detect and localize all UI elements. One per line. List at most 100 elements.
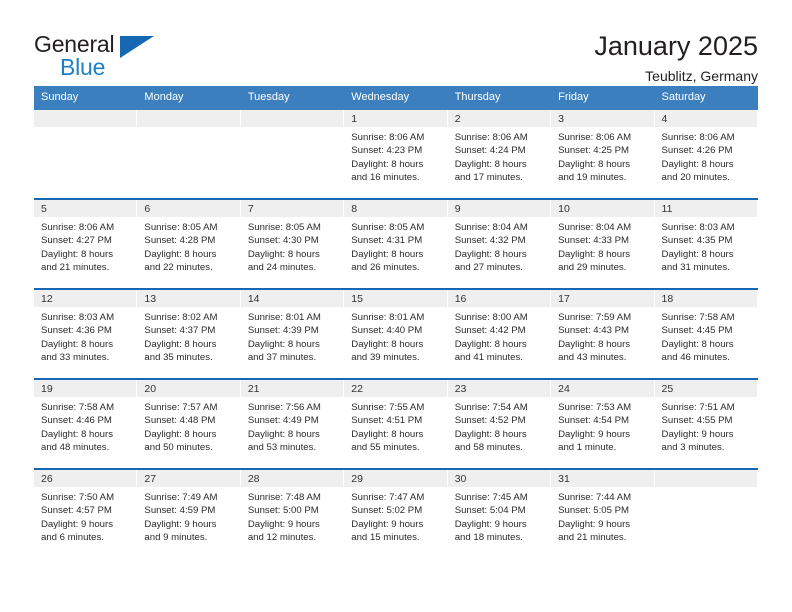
day-cell[interactable]: 31 Sunrise: 7:44 AM Sunset: 5:05 PM Dayligh…	[551, 470, 655, 558]
day-cell[interactable]: 20 Sunrise: 7:57 AM Sunset: 4:48 PM Dayligh…	[137, 380, 241, 468]
day-sunset-text: Sunset: 4:48 PM	[144, 415, 216, 427]
day-cell[interactable]: 24 Sunrise: 7:53 AM Sunset: 4:54 PM Dayligh…	[551, 380, 655, 468]
day-sunrise-text: Sunrise: 8:06 AM	[661, 132, 735, 143]
day-cell[interactable]: 28 Sunrise: 7:48 AM Sunset: 5:00 PM Dayligh…	[240, 470, 345, 558]
day-cell[interactable]: 8 Sunrise: 8:05 AM Sunset: 4:31 PM Daylight…	[344, 200, 448, 288]
day-sunset-text: Sunset: 4:32 PM	[454, 235, 526, 247]
calendar-week-row: 19 Sunrise: 7:58 AM Sunset: 4:46 PM Dayligh…	[34, 378, 758, 468]
day-daylight-l2-text: and 18 minutes.	[454, 532, 523, 544]
day-cell-empty	[240, 110, 345, 198]
day-cell[interactable]: 14 Sunrise: 8:01 AM Sunset: 4:39 PM Dayligh…	[240, 290, 345, 378]
day-details: Sunrise: 7:58 AM Sunset: 4:45 PM Daylight:…	[655, 307, 757, 365]
page-title: January 2025	[594, 31, 758, 61]
day-daylight-l1-text: Daylight: 8 hours	[247, 248, 320, 260]
day-cell[interactable]: 17 Sunrise: 7:59 AM Sunset: 4:43 PM Dayligh…	[551, 290, 655, 378]
day-daylight-l2-text: and 26 minutes.	[351, 262, 420, 274]
day-daylight-l2-text: and 43 minutes.	[558, 352, 627, 364]
day-sunrise-text: Sunrise: 7:58 AM	[661, 312, 735, 323]
day-cell[interactable]: 11 Sunrise: 8:03 AM Sunset: 4:35 PM Dayligh…	[654, 200, 758, 288]
day-cell[interactable]: 15 Sunrise: 8:01 AM Sunset: 4:40 PM Dayligh…	[344, 290, 448, 378]
day-number: 25	[654, 380, 757, 397]
weekday-header-wednesday: Wednesday	[351, 91, 410, 103]
calendar-grid: Sunday Monday Tuesday Wednesday Thursday Frid…	[34, 86, 758, 558]
day-sunrise-text: Sunrise: 7:50 AM	[41, 492, 115, 503]
page-subtitle: Teublitz, Germany	[645, 68, 758, 84]
day-cell-empty	[137, 110, 241, 198]
day-sunset-text: Sunset: 4:46 PM	[41, 415, 112, 427]
calendar-week-row: 26 Sunrise: 7:50 AM Sunset: 4:57 PM Dayligh…	[34, 468, 758, 558]
day-details: Sunrise: 7:49 AM Sunset: 4:59 PM Daylight:…	[137, 487, 239, 545]
day-daylight-l1-text: Daylight: 8 hours	[558, 338, 631, 350]
day-sunrise-text: Sunrise: 8:05 AM	[351, 222, 425, 233]
day-daylight-l2-text: and 21 minutes.	[558, 532, 627, 544]
day-sunset-text: Sunset: 4:30 PM	[247, 235, 319, 247]
day-details: Sunrise: 8:05 AM Sunset: 4:28 PM Daylight:…	[137, 217, 239, 275]
day-cell[interactable]: 4 Sunrise: 8:06 AM Sunset: 4:26 PM Daylight…	[654, 110, 758, 198]
day-details: Sunrise: 7:53 AM Sunset: 4:54 PM Daylight:…	[551, 397, 653, 455]
day-details: Sunrise: 7:55 AM Sunset: 4:51 PM Daylight:…	[344, 397, 446, 455]
day-daylight-l1-text: Daylight: 9 hours	[144, 518, 217, 530]
day-number: 5	[34, 200, 137, 217]
day-cell[interactable]: 3 Sunrise: 8:06 AM Sunset: 4:25 PM Daylight…	[551, 110, 655, 198]
day-cell[interactable]: 22 Sunrise: 7:55 AM Sunset: 4:51 PM Dayligh…	[344, 380, 448, 468]
day-number: 12	[34, 290, 137, 307]
calendar-week-row: 5 Sunrise: 8:06 AM Sunset: 4:27 PM Daylight…	[34, 198, 758, 288]
logo-triangle-icon	[120, 36, 154, 58]
day-sunrise-text: Sunrise: 7:48 AM	[247, 492, 321, 503]
day-cell[interactable]: 26 Sunrise: 7:50 AM Sunset: 4:57 PM Dayligh…	[34, 470, 138, 558]
day-details: Sunrise: 8:04 AM Sunset: 4:33 PM Daylight:…	[551, 217, 653, 275]
day-cell[interactable]: 7 Sunrise: 8:05 AM Sunset: 4:30 PM Daylight…	[240, 200, 345, 288]
day-sunset-text: Sunset: 4:31 PM	[351, 235, 423, 247]
day-cell[interactable]: 13 Sunrise: 8:02 AM Sunset: 4:37 PM Dayligh…	[137, 290, 241, 378]
day-cell[interactable]: 16 Sunrise: 8:00 AM Sunset: 4:42 PM Dayligh…	[447, 290, 552, 378]
day-cell[interactable]: 27 Sunrise: 7:49 AM Sunset: 4:59 PM Dayligh…	[137, 470, 241, 558]
day-daylight-l2-text: and 3 minutes.	[661, 442, 725, 454]
day-cell[interactable]: 10 Sunrise: 8:04 AM Sunset: 4:33 PM Dayligh…	[551, 200, 655, 288]
day-daylight-l2-text: and 22 minutes.	[144, 262, 213, 274]
day-details: Sunrise: 8:00 AM Sunset: 4:42 PM Daylight:…	[448, 307, 550, 365]
day-number: 3	[551, 110, 654, 127]
day-sunrise-text: Sunrise: 8:02 AM	[144, 312, 218, 323]
day-sunrise-text: Sunrise: 8:05 AM	[247, 222, 321, 233]
calendar-weeks: 1 Sunrise: 8:06 AM Sunset: 4:23 PM Daylight…	[34, 110, 758, 558]
day-cell[interactable]: 30 Sunrise: 7:45 AM Sunset: 5:04 PM Dayligh…	[447, 470, 552, 558]
day-cell[interactable]: 9 Sunrise: 8:04 AM Sunset: 4:32 PM Daylight…	[447, 200, 552, 288]
day-details: Sunrise: 7:47 AM Sunset: 5:02 PM Daylight:…	[344, 487, 446, 545]
day-sunrise-text: Sunrise: 8:01 AM	[351, 312, 425, 323]
day-details: Sunrise: 7:56 AM Sunset: 4:49 PM Daylight:…	[241, 397, 343, 455]
day-cell[interactable]: 5 Sunrise: 8:06 AM Sunset: 4:27 PM Daylight…	[34, 200, 138, 288]
day-cell[interactable]: 12 Sunrise: 8:03 AM Sunset: 4:36 PM Dayligh…	[34, 290, 138, 378]
day-sunset-text: Sunset: 4:39 PM	[247, 325, 319, 337]
day-number: 21	[240, 380, 344, 397]
day-cell[interactable]: 23 Sunrise: 7:54 AM Sunset: 4:52 PM Dayligh…	[447, 380, 552, 468]
day-sunset-text: Sunset: 4:42 PM	[454, 325, 526, 337]
day-sunset-text: Sunset: 4:28 PM	[144, 235, 216, 247]
day-cell[interactable]: 19 Sunrise: 7:58 AM Sunset: 4:46 PM Dayligh…	[34, 380, 138, 468]
day-number: 17	[551, 290, 654, 307]
day-daylight-l1-text: Daylight: 9 hours	[454, 518, 527, 530]
weekday-header-friday: Friday	[558, 91, 589, 103]
day-number: 24	[551, 380, 654, 397]
day-sunset-text: Sunset: 4:54 PM	[558, 415, 630, 427]
day-daylight-l2-text: and 24 minutes.	[247, 262, 317, 274]
day-sunrise-text: Sunrise: 7:59 AM	[558, 312, 632, 323]
day-daylight-l1-text: Daylight: 9 hours	[558, 518, 631, 530]
day-details: Sunrise: 8:05 AM Sunset: 4:30 PM Daylight:…	[241, 217, 343, 275]
day-daylight-l1-text: Daylight: 8 hours	[351, 248, 424, 260]
day-sunrise-text: Sunrise: 7:57 AM	[144, 402, 218, 413]
day-cell[interactable]: 29 Sunrise: 7:47 AM Sunset: 5:02 PM Dayligh…	[344, 470, 448, 558]
day-number: 27	[137, 470, 240, 487]
day-cell[interactable]: 6 Sunrise: 8:05 AM Sunset: 4:28 PM Daylight…	[137, 200, 241, 288]
day-cell[interactable]: 18 Sunrise: 7:58 AM Sunset: 4:45 PM Dayligh…	[654, 290, 758, 378]
day-number: 14	[240, 290, 344, 307]
day-cell[interactable]: 25 Sunrise: 7:51 AM Sunset: 4:55 PM Dayligh…	[654, 380, 758, 468]
day-number: 16	[447, 290, 551, 307]
day-sunrise-text: Sunrise: 7:56 AM	[247, 402, 321, 413]
day-cell[interactable]: 2 Sunrise: 8:06 AM Sunset: 4:24 PM Daylight…	[447, 110, 552, 198]
day-cell[interactable]: 1 Sunrise: 8:06 AM Sunset: 4:23 PM Daylight…	[344, 110, 448, 198]
day-sunset-text: Sunset: 4:51 PM	[351, 415, 423, 427]
day-daylight-l1-text: Daylight: 8 hours	[41, 338, 113, 350]
day-sunset-text: Sunset: 4:43 PM	[558, 325, 630, 337]
day-cell[interactable]: 21 Sunrise: 7:56 AM Sunset: 4:49 PM Dayligh…	[240, 380, 345, 468]
day-daylight-l1-text: Daylight: 9 hours	[41, 518, 113, 530]
